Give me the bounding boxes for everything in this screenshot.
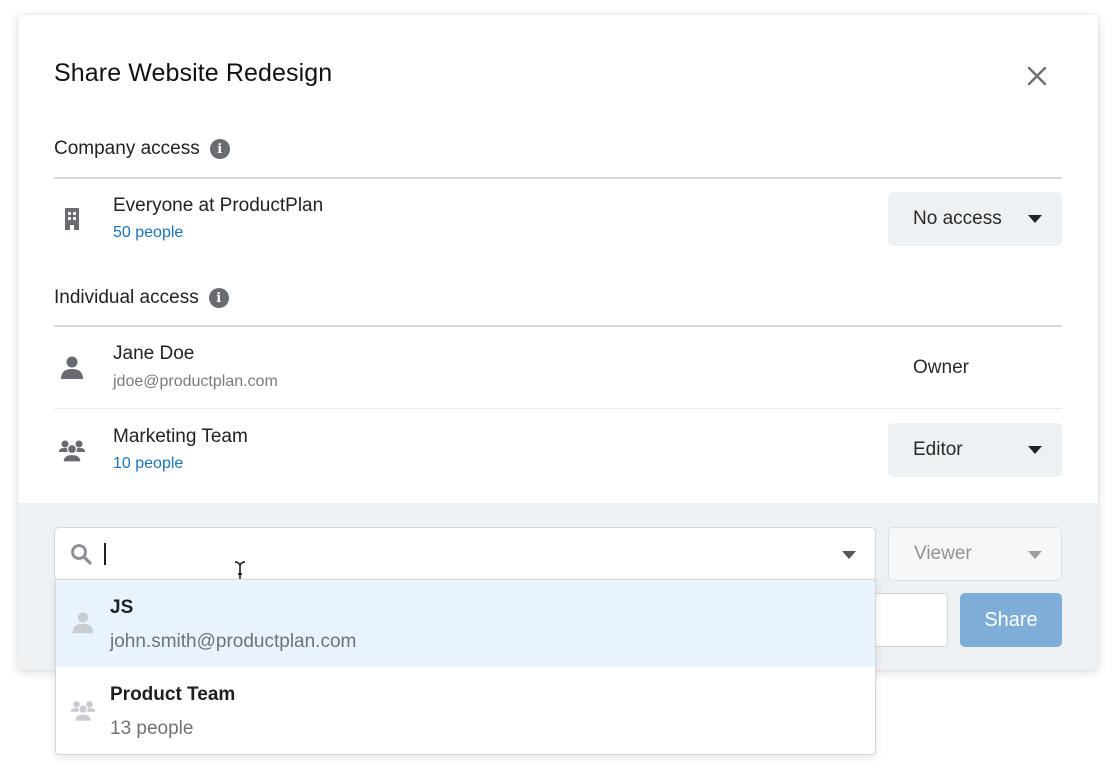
user-icon bbox=[58, 354, 86, 382]
people-search-input[interactable] bbox=[54, 527, 876, 587]
member-count-link[interactable]: 10 people bbox=[113, 455, 183, 473]
permission-value: No access bbox=[913, 208, 1002, 229]
dialog-title: Share Website Redesign bbox=[54, 59, 333, 87]
caret-down-icon bbox=[1028, 551, 1042, 559]
divider bbox=[54, 177, 1062, 179]
role-select[interactable]: Viewer bbox=[888, 527, 1062, 581]
info-icon[interactable]: i bbox=[208, 288, 229, 308]
close-icon bbox=[1027, 66, 1047, 86]
text-cursor bbox=[104, 543, 106, 565]
suggestion-email: john.smith@productplan.com bbox=[110, 631, 357, 652]
caret-down-icon bbox=[1028, 446, 1042, 454]
entry-email: jdoe@productplan.com bbox=[113, 373, 278, 390]
group-icon bbox=[70, 697, 96, 723]
caret-down-icon[interactable] bbox=[842, 551, 856, 559]
share-button[interactable]: Share bbox=[960, 593, 1062, 647]
info-icon[interactable]: i bbox=[209, 139, 230, 159]
suggestion-item[interactable]: Product Team 13 people bbox=[56, 667, 875, 754]
suggestions-dropdown: JS john.smith@productplan.com Product Te… bbox=[55, 579, 876, 755]
individual-access-label: Individual access bbox=[54, 287, 199, 308]
individual-access-heading: Individual access i bbox=[54, 287, 229, 309]
company-access-label: Company access bbox=[54, 138, 200, 159]
team-permission-select[interactable]: Editor bbox=[888, 423, 1062, 477]
entry-name: Marketing Team bbox=[113, 426, 248, 447]
company-access-heading: Company access i bbox=[54, 138, 230, 160]
suggestion-name: JS bbox=[110, 597, 134, 618]
entry-name: Jane Doe bbox=[113, 343, 195, 364]
divider bbox=[54, 325, 1062, 327]
search-icon bbox=[71, 544, 92, 565]
permission-owner: Owner bbox=[913, 357, 969, 378]
suggestion-item[interactable]: JS john.smith@productplan.com bbox=[56, 580, 875, 667]
user-icon bbox=[70, 610, 96, 636]
member-count-link[interactable]: 50 people bbox=[113, 224, 183, 242]
entry-name: Everyone at ProductPlan bbox=[113, 195, 324, 216]
building-icon bbox=[58, 205, 86, 233]
suggestion-member-count: 13 people bbox=[110, 718, 194, 739]
divider bbox=[54, 408, 1062, 409]
share-dialog: Share Website Redesign Company access i … bbox=[18, 15, 1098, 670]
group-icon bbox=[58, 436, 86, 464]
close-button[interactable] bbox=[1024, 63, 1050, 89]
permission-value: Editor bbox=[913, 439, 963, 460]
suggestion-name: Product Team bbox=[110, 684, 236, 705]
role-value: Viewer bbox=[914, 543, 972, 564]
caret-down-icon bbox=[1028, 215, 1042, 223]
company-permission-select[interactable]: No access bbox=[888, 192, 1062, 246]
